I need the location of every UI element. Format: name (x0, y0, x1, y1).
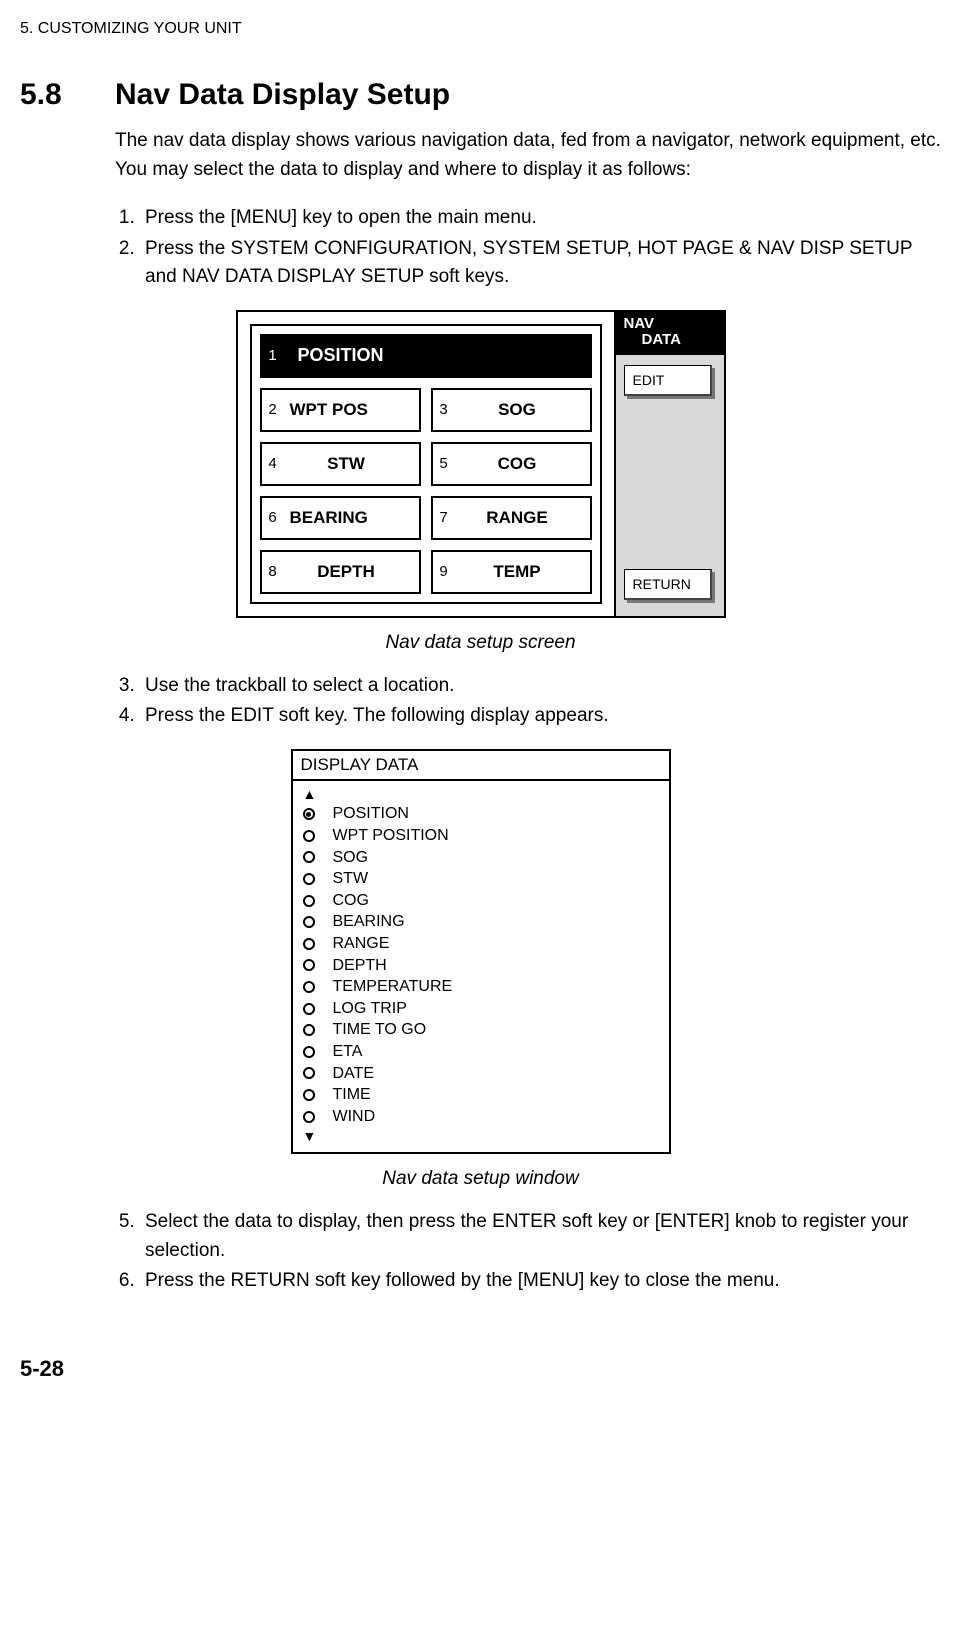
cell-number: 8 (262, 563, 284, 580)
option-label: DEPTH (333, 955, 387, 977)
cell-label: BEARING (284, 508, 419, 528)
cell-number: 9 (433, 563, 455, 580)
display-data-option[interactable]: SOG (303, 847, 659, 869)
radio-icon (303, 1046, 315, 1058)
radio-icon (303, 981, 315, 993)
cell-label: STW (284, 454, 419, 474)
section-title: Nav Data Display Setup (115, 78, 450, 112)
cell-label: TEMP (455, 562, 590, 582)
cell-number: 3 (433, 401, 455, 418)
step-item: Press the SYSTEM CONFIGURATION, SYSTEM S… (140, 235, 941, 292)
grid-cell-9-temp[interactable]: 9 TEMP (431, 550, 592, 594)
option-label: BEARING (333, 911, 405, 933)
cell-number: 1 (262, 347, 284, 364)
radio-icon (303, 938, 315, 950)
cell-label: SOG (455, 400, 590, 420)
display-data-option[interactable]: RANGE (303, 933, 659, 955)
option-label: WIND (333, 1106, 376, 1128)
grid-cell-2-wptpos[interactable]: 2 WPT POS (260, 388, 421, 432)
grid-cell-3-sog[interactable]: 3 SOG (431, 388, 592, 432)
display-data-option[interactable]: WPT POSITION (303, 825, 659, 847)
cell-label: POSITION (284, 345, 590, 366)
display-data-option[interactable]: LOG TRIP (303, 998, 659, 1020)
option-label: POSITION (333, 803, 409, 825)
display-data-option[interactable]: BEARING (303, 911, 659, 933)
side-label-line: NAV (624, 315, 655, 332)
cell-label: RANGE (455, 508, 590, 528)
nav-data-side-label: NAV DATA (616, 312, 724, 355)
steps-list-1: Press the [MENU] key to open the main me… (115, 204, 941, 292)
edit-softkey[interactable]: EDIT (624, 365, 712, 396)
steps-list-2: Use the trackball to select a location. … (115, 672, 941, 731)
step-item: Use the trackball to select a location. (140, 672, 941, 701)
radio-icon (303, 1111, 315, 1123)
cell-label: WPT POS (284, 400, 419, 420)
figure-caption-2: Nav data setup window (20, 1168, 941, 1190)
side-label-line: DATA (624, 332, 716, 349)
section-number: 5.8 (20, 78, 115, 112)
option-label: LOG TRIP (333, 998, 407, 1020)
page-number: 5-28 (20, 1356, 941, 1382)
cell-label: COG (455, 454, 590, 474)
cell-number: 5 (433, 455, 455, 472)
display-data-option[interactable]: POSITION (303, 803, 659, 825)
display-data-option[interactable]: DEPTH (303, 955, 659, 977)
display-data-option[interactable]: ETA (303, 1041, 659, 1063)
option-label: TIME TO GO (333, 1019, 427, 1041)
step-item: Press the EDIT soft key. The following d… (140, 702, 941, 731)
option-label: TIME (333, 1084, 371, 1106)
display-data-option[interactable]: STW (303, 868, 659, 890)
radio-icon (303, 959, 315, 971)
grid-cell-6-bearing[interactable]: 6 BEARING (260, 496, 421, 540)
radio-icon (303, 851, 315, 863)
radio-icon (303, 873, 315, 885)
steps-list-3: Select the data to display, then press t… (115, 1208, 941, 1296)
step-item: Select the data to display, then press t… (140, 1208, 941, 1265)
cell-number: 7 (433, 509, 455, 526)
scroll-down-arrow-icon[interactable]: ▼ (303, 1127, 659, 1146)
option-label: ETA (333, 1041, 363, 1063)
option-label: DATE (333, 1063, 374, 1085)
grid-cell-5-cog[interactable]: 5 COG (431, 442, 592, 486)
display-data-option[interactable]: TIME TO GO (303, 1019, 659, 1041)
grid-cell-4-stw[interactable]: 4 STW (260, 442, 421, 486)
display-data-window-figure: DISPLAY DATA ▲ POSITIONWPT POSITIONSOGST… (291, 749, 671, 1155)
option-label: COG (333, 890, 369, 912)
cell-number: 4 (262, 455, 284, 472)
display-data-option[interactable]: DATE (303, 1063, 659, 1085)
section-heading: 5.8 Nav Data Display Setup (20, 78, 941, 112)
cell-number: 6 (262, 509, 284, 526)
chapter-header: 5. CUSTOMIZING YOUR UNIT (20, 20, 941, 38)
option-label: WPT POSITION (333, 825, 449, 847)
radio-icon (303, 808, 315, 820)
radio-icon (303, 1067, 315, 1079)
return-softkey[interactable]: RETURN (624, 569, 712, 600)
radio-icon (303, 1003, 315, 1015)
step-item: Press the [MENU] key to open the main me… (140, 204, 941, 233)
radio-icon (303, 1024, 315, 1036)
display-data-header: DISPLAY DATA (293, 751, 669, 781)
display-data-option[interactable]: WIND (303, 1106, 659, 1128)
grid-cell-7-range[interactable]: 7 RANGE (431, 496, 592, 540)
scroll-up-arrow-icon[interactable]: ▲ (303, 785, 659, 804)
display-data-option[interactable]: TEMPERATURE (303, 976, 659, 998)
option-label: TEMPERATURE (333, 976, 453, 998)
radio-icon (303, 916, 315, 928)
grid-cell-1-position[interactable]: 1 POSITION (260, 334, 592, 378)
radio-icon (303, 1089, 315, 1101)
intro-paragraph: The nav data display shows various navig… (115, 127, 941, 184)
radio-icon (303, 895, 315, 907)
option-label: STW (333, 868, 369, 890)
cell-label: DEPTH (284, 562, 419, 582)
radio-icon (303, 830, 315, 842)
display-data-option[interactable]: TIME (303, 1084, 659, 1106)
figure-caption-1: Nav data setup screen (20, 632, 941, 654)
option-label: SOG (333, 847, 369, 869)
grid-cell-8-depth[interactable]: 8 DEPTH (260, 550, 421, 594)
step-item: Press the RETURN soft key followed by th… (140, 1267, 941, 1296)
nav-data-setup-screen-figure: 1 POSITION 2 WPT POS 3 SOG (236, 310, 726, 618)
display-data-option[interactable]: COG (303, 890, 659, 912)
cell-number: 2 (262, 401, 284, 418)
option-label: RANGE (333, 933, 390, 955)
